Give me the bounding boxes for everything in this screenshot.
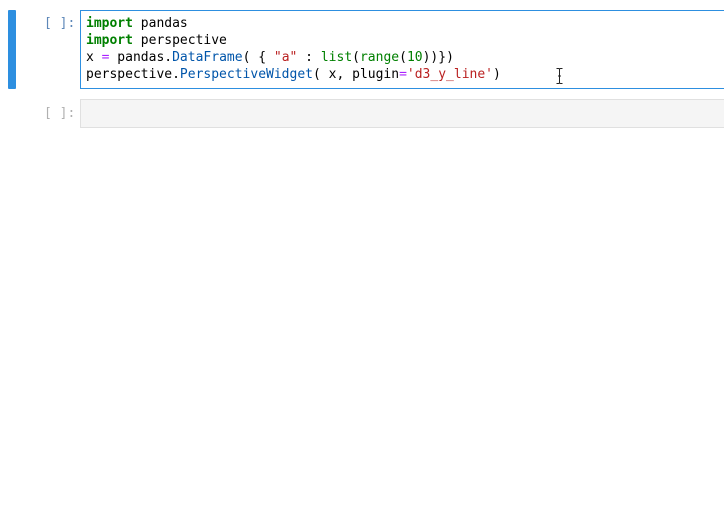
code-cell-2[interactable]: [ ]: — [0, 99, 724, 128]
cell-prompt: [ ]: — [44, 106, 76, 121]
code-token: : — [297, 50, 321, 65]
code-token: ))}) — [422, 50, 454, 65]
code-token: list — [320, 50, 353, 65]
code-token: ) — [493, 67, 501, 82]
code-token: ( — [352, 50, 360, 65]
code-token: perspective. — [86, 67, 180, 82]
code-token: PerspectiveWidget — [179, 67, 313, 82]
code-token: import — [86, 16, 133, 31]
code-token: 'd3_y_line' — [406, 67, 493, 82]
code-token: ( — [399, 50, 407, 65]
code-token: DataFrame — [172, 50, 243, 65]
code-cell-1[interactable]: [ ]: import pandas import perspective x = … — [0, 10, 724, 89]
code-token: pandas. — [109, 50, 173, 65]
code-line[interactable]: import pandas — [86, 15, 501, 32]
code-token: "a" — [273, 50, 298, 65]
code-line[interactable]: x = pandas.DataFrame( { "a" : list(range… — [86, 49, 501, 66]
code-token: x — [86, 50, 102, 65]
notebook-panel: [ ]: import pandas import perspective x = … — [0, 0, 724, 512]
code-editor[interactable] — [80, 99, 724, 128]
code-editor[interactable]: import pandas import perspective x = panda… — [80, 10, 724, 89]
code-token: = — [399, 67, 407, 82]
code-content[interactable]: import pandas import perspective x = panda… — [86, 15, 501, 83]
code-line[interactable]: perspective.PerspectiveWidget( x, plugin… — [86, 66, 501, 83]
code-token: import — [86, 33, 133, 48]
cell-prompt: [ ]: — [44, 16, 76, 31]
code-token: range — [359, 50, 400, 65]
code-token: 10 — [406, 50, 423, 65]
code-line[interactable]: import perspective — [86, 32, 501, 49]
code-token: perspective — [132, 33, 227, 48]
text-cursor-icon — [556, 68, 563, 84]
cell-collapser[interactable] — [8, 10, 16, 89]
code-token: ( x, plugin — [312, 67, 400, 82]
code-token: ( { — [242, 50, 274, 65]
code-token: pandas — [132, 16, 188, 31]
